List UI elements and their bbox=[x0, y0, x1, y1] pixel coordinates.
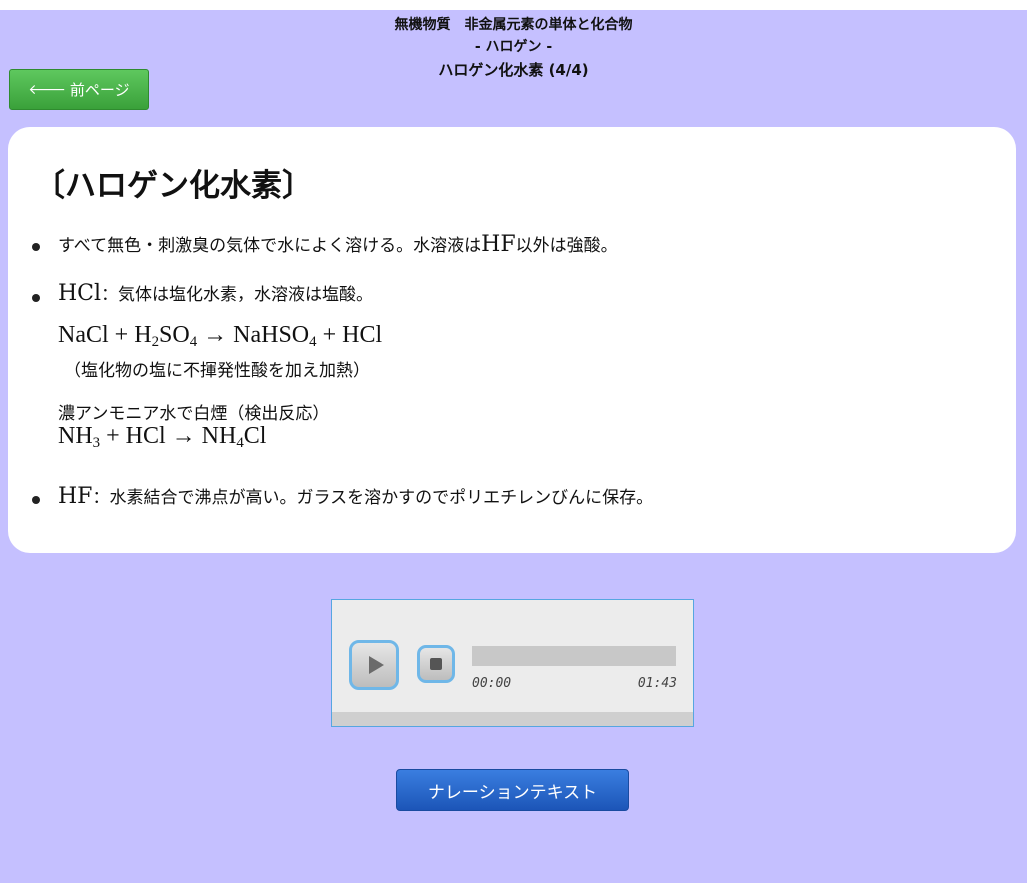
item3-text: HF：水素結合で沸点が高い。ガラスを溶かすのでポリエチレンびんに保存。 bbox=[58, 483, 653, 509]
item1-hf: HF bbox=[481, 232, 516, 257]
prev-page-label: 前ページ bbox=[69, 81, 130, 99]
equation-detection: NH3 + HCl → NH4Cl bbox=[58, 423, 266, 452]
equation-note: （塩化物の塩に不揮発性酸を加え加熱） bbox=[64, 361, 370, 381]
card-title: 〔ハロゲン化水素〕 bbox=[34, 168, 313, 204]
play-button[interactable] bbox=[349, 640, 399, 690]
total-time: 01:43 bbox=[637, 676, 677, 691]
eq2-nh3: NH3 bbox=[58, 423, 101, 452]
equation-hcl-preparation: NaCl + H2SO4 → NaHSO4 + HCl bbox=[58, 322, 382, 351]
eq1-plus: + bbox=[322, 322, 337, 348]
eq2-nh4cl: NH4Cl bbox=[201, 423, 267, 452]
header-section: - ハロゲン - bbox=[474, 39, 553, 55]
eq1-arrow: → bbox=[203, 322, 228, 348]
header-topic: ハロゲン化水素 (4/4) bbox=[438, 61, 589, 79]
bullet-dot bbox=[32, 243, 40, 251]
item3-text-body: ：水素結合で沸点が高い。ガラスを溶かすのでポリエチレンびんに保存。 bbox=[92, 488, 654, 508]
item1-text: すべて無色・刺激臭の気体で水によく溶ける。水溶液はHF以外は強酸。 bbox=[58, 231, 618, 257]
item1-pre: すべて無色・刺激臭の気体で水によく溶ける。水溶液は bbox=[58, 236, 482, 256]
item1-post: 以外は強酸。 bbox=[515, 236, 618, 256]
stop-icon bbox=[430, 658, 442, 670]
eq2-hcl: HCl bbox=[125, 423, 166, 449]
eq1-plus: + bbox=[114, 322, 129, 348]
item2-text: ：気体は塩化水素，水溶液は塩酸。 bbox=[101, 285, 374, 305]
progress-bar[interactable] bbox=[472, 646, 676, 666]
stop-button[interactable] bbox=[417, 645, 455, 683]
header-subject: 無機物質 非金属元素の単体と化合物 bbox=[394, 17, 633, 33]
eq2-plus: + bbox=[106, 423, 120, 449]
content-card: 〔ハロゲン化水素〕 すべて無色・刺激臭の気体で水によく溶ける。水溶液はHF以外は… bbox=[8, 127, 1016, 553]
narration-text-button[interactable]: ナレーションテキスト bbox=[396, 769, 629, 811]
detection-text: 濃アンモニア水で白煙（検出反応） bbox=[58, 404, 330, 424]
player-bottom-bar bbox=[332, 712, 693, 726]
eq1-h2so4: H2SO4 bbox=[134, 322, 198, 351]
page: 無機物質 非金属元素の単体と化合物 - ハロゲン - ハロゲン化水素 (4/4)… bbox=[0, 0, 1027, 883]
audio-player: 00:00 01:43 bbox=[331, 599, 694, 727]
arrow-left-icon: 🡐 bbox=[28, 82, 66, 98]
top-bar bbox=[0, 0, 1027, 10]
prev-page-button[interactable]: 🡐 前ページ bbox=[9, 69, 149, 110]
bullet-dot bbox=[32, 294, 40, 302]
eq2-arrow: → bbox=[171, 423, 196, 449]
play-icon bbox=[368, 656, 384, 674]
item3-hf: HF bbox=[58, 484, 93, 509]
eq1-nahso4: NaHSO4 bbox=[233, 322, 317, 351]
item2-hcl: HCl bbox=[58, 281, 102, 306]
bullet-dot bbox=[32, 496, 40, 504]
page-header: 無機物質 非金属元素の単体と化合物 - ハロゲン - ハロゲン化水素 (4/4) bbox=[0, 14, 1027, 82]
eq1-nacl: NaCl bbox=[58, 322, 109, 348]
eq1-hcl: HCl bbox=[342, 322, 383, 348]
current-time: 00:00 bbox=[472, 676, 512, 691]
item2-heading: HCl：気体は塩化水素，水溶液は塩酸。 bbox=[58, 280, 373, 306]
